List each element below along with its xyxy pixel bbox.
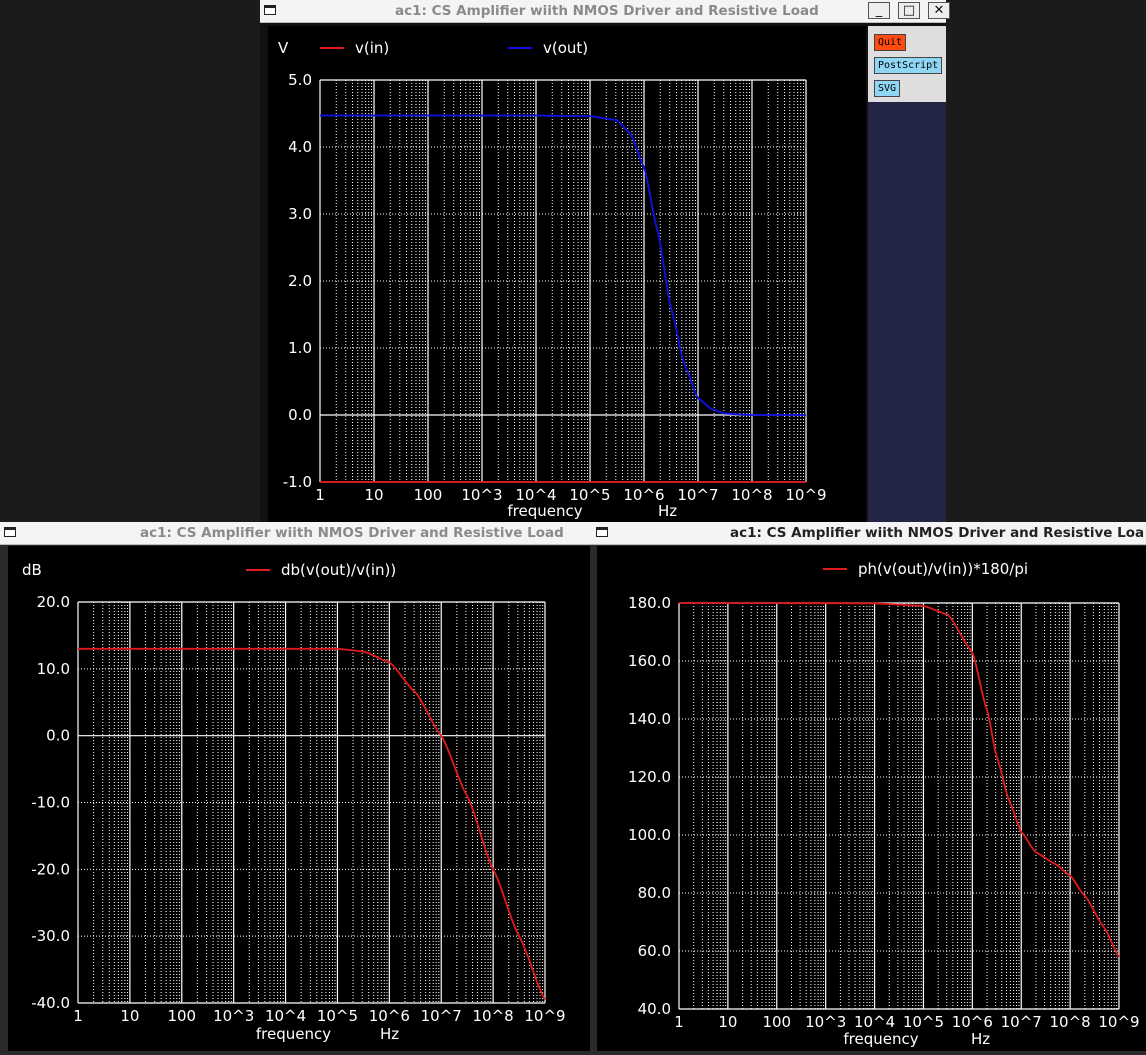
x-tick-label: 10^3 <box>805 1013 846 1031</box>
y-tick-label: -1.0 <box>283 473 312 491</box>
db-chart: 1 10 100 10^3 10^4 10^5 10^6 10^7 10^8 10^9 20.0 10… <box>22 561 566 1043</box>
series-line-1 <box>679 602 1120 958</box>
y-tick-label: 0.0 <box>288 406 312 424</box>
phase-chart: 1 10 100 10^3 10^4 10^5 10^6 10^7 10^8 10^9 180.0 1… <box>628 560 1140 1048</box>
x-tick-label: 10^4 <box>854 1013 895 1031</box>
y-axis-label: dB <box>22 561 42 579</box>
x-tick-label: 100 <box>167 1007 196 1025</box>
x-tick-label: 10^8 <box>1050 1013 1091 1031</box>
x-tick-label: 10^9 <box>524 1007 565 1025</box>
y-tick-label: 5.0 <box>288 71 312 89</box>
x-tick-label: 10^9 <box>1098 1013 1139 1031</box>
postscript-button[interactable]: PostScript <box>874 57 943 74</box>
voltage-chart: 1 10 100 10^3 10^4 10^5 10^6 10^7 10^8 10^95.04.0… <box>278 39 827 520</box>
x-axis-label: frequency <box>507 502 582 520</box>
close-button[interactable]: ✕ <box>928 2 950 19</box>
y-tick-label: 1.0 <box>288 339 312 357</box>
phase-plot-area: 1 10 100 10^3 10^4 10^5 10^6 10^7 10^8 10^9 180.0 1… <box>597 546 1146 1051</box>
y-tick-label: 0.0 <box>46 727 70 745</box>
db-window-titlebar[interactable]: ac1: CS Amplifier wiith NMOS Driver and … <box>0 522 592 545</box>
db-plot-area: 1 10 100 10^3 10^4 10^5 10^6 10^7 10^8 10^9 20.0 10… <box>8 546 590 1051</box>
minimize-button[interactable]: _ <box>868 2 890 19</box>
y-tick-label: 100.0 <box>628 826 671 844</box>
x-tick-label: 10^4 <box>265 1007 306 1025</box>
x-tick-label: 10^8 <box>731 486 772 504</box>
y-tick-label: -30.0 <box>31 927 70 945</box>
x-axis-unit: Hz <box>658 502 677 520</box>
x-tick-label: 10^3 <box>461 486 502 504</box>
series-line-1 <box>78 647 546 1001</box>
y-tick-label: 40.0 <box>638 1000 671 1018</box>
button-panel: Quit PostScript SVG <box>868 26 946 102</box>
top-plot-area: 1 10 100 10^3 10^4 10^5 10^6 10^7 10^8 10^9 5.0 4.0… <box>268 26 866 522</box>
y-axis-label: V <box>278 39 289 57</box>
y-tick-label: 180.0 <box>628 594 671 612</box>
x-tick-label: 10^8 <box>473 1007 514 1025</box>
x-axis-label: frequency <box>843 1030 918 1048</box>
x-tick-label: 10^9 <box>785 486 826 504</box>
y-tick-label: -40.0 <box>31 994 70 1012</box>
y-tick-label: 3.0 <box>288 205 312 223</box>
legend-label: db(v(out)/v(in)) <box>281 561 396 579</box>
x-axis-unit: Hz <box>380 1025 399 1043</box>
x-axis-label: frequency <box>256 1025 331 1043</box>
top-window-title: ac1: CS Amplifier wiith NMOS Driver and … <box>395 3 819 19</box>
y-tick-label: 160.0 <box>628 652 671 670</box>
y-tick-label: -10.0 <box>31 794 70 812</box>
y-tick-label: 10.0 <box>37 660 70 678</box>
window-menu-icon[interactable] <box>4 527 16 537</box>
phase-window-titlebar[interactable]: ac1: CS Amplifier wiith NMOS Driver and … <box>592 522 1146 545</box>
y-tick-label: 60.0 <box>638 942 671 960</box>
db-window-title: ac1: CS Amplifier wiith NMOS Driver and … <box>140 525 564 541</box>
x-tick-label: 10^7 <box>421 1007 462 1025</box>
y-tick-label: -20.0 <box>31 860 70 878</box>
x-tick-label: 10 <box>364 486 383 504</box>
svg-button[interactable]: SVG <box>874 80 901 97</box>
x-tick-label: 10^6 <box>369 1007 410 1025</box>
x-tick-label: 10^5 <box>317 1007 358 1025</box>
y-tick-label: 2.0 <box>288 272 312 290</box>
x-tick-label: 10^6 <box>952 1013 993 1031</box>
y-tick-label: 140.0 <box>628 710 671 728</box>
maximize-button[interactable]: □ <box>898 2 920 19</box>
x-tick-label: 10^3 <box>213 1007 254 1025</box>
legend-label: v(out) <box>543 39 588 57</box>
top-window-titlebar[interactable]: ac1: CS Amplifier wiith NMOS Driver and … <box>260 0 950 23</box>
window-menu-icon[interactable] <box>264 5 276 15</box>
x-tick-label: 1 <box>73 1007 83 1025</box>
x-tick-label: 1 <box>315 486 325 504</box>
x-tick-label: 100 <box>414 486 443 504</box>
y-tick-label: 20.0 <box>37 593 70 611</box>
series-line-2 <box>320 114 806 416</box>
y-tick-label: 120.0 <box>628 768 671 786</box>
legend-label: v(in) <box>355 39 389 57</box>
quit-button[interactable]: Quit <box>874 34 907 51</box>
x-axis-unit: Hz <box>971 1030 990 1048</box>
window-menu-icon[interactable] <box>596 527 608 537</box>
x-tick-label: 100 <box>762 1013 791 1031</box>
x-tick-label: 10 <box>120 1007 139 1025</box>
y-tick-label: 4.0 <box>288 138 312 156</box>
legend-label: ph(v(out)/v(in))*180/pi <box>858 560 1028 578</box>
y-tick-label: 80.0 <box>638 884 671 902</box>
x-tick-label: 10^5 <box>903 1013 944 1031</box>
x-tick-label: 1 <box>674 1013 684 1031</box>
phase-window-title: ac1: CS Amplifier wiith NMOS Driver and … <box>730 525 1145 541</box>
x-tick-label: 10 <box>718 1013 737 1031</box>
x-tick-label: 10^7 <box>677 486 718 504</box>
x-tick-label: 10^7 <box>1001 1013 1042 1031</box>
